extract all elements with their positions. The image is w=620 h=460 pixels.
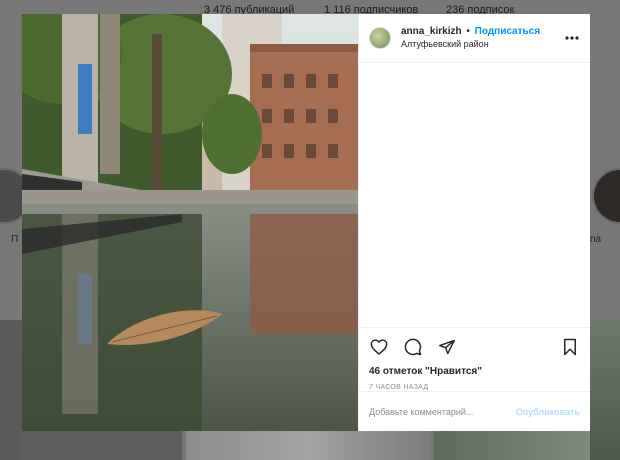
grid-tile bbox=[186, 431, 430, 460]
comment-input[interactable] bbox=[369, 406, 516, 417]
post-modal: anna_kirkizh • Подписаться Алтуфьевский … bbox=[22, 14, 590, 431]
post-timestamp: 7 ЧАСОВ НАЗАД bbox=[369, 384, 429, 391]
grid-tile bbox=[434, 431, 590, 460]
heart-icon[interactable] bbox=[369, 337, 389, 357]
publish-button[interactable]: Опубликовать bbox=[516, 407, 580, 417]
username-link[interactable]: anna_kirkizh bbox=[401, 26, 462, 37]
username-row: anna_kirkizh • Подписаться bbox=[401, 25, 564, 38]
grid-tile bbox=[590, 320, 620, 460]
post-sidebar: anna_kirkizh • Подписаться Алтуфьевский … bbox=[358, 14, 590, 431]
highlight-label-left: П bbox=[11, 234, 19, 245]
post-header-text: anna_kirkizh • Подписаться Алтуфьевский … bbox=[401, 25, 564, 51]
bookmark-icon[interactable] bbox=[560, 337, 580, 357]
highlight-label-right: na bbox=[590, 234, 602, 245]
comments-area bbox=[359, 63, 590, 325]
avatar[interactable] bbox=[369, 27, 391, 49]
share-icon[interactable] bbox=[437, 337, 457, 357]
grid-tile bbox=[0, 320, 22, 460]
comment-icon[interactable] bbox=[403, 337, 423, 357]
more-horizontal-icon[interactable] bbox=[564, 30, 580, 46]
location-link[interactable]: Алтуфьевский район bbox=[401, 38, 564, 51]
story-highlight-right bbox=[592, 168, 620, 224]
grid-tile bbox=[22, 431, 182, 460]
comment-bar: Опубликовать bbox=[359, 391, 590, 431]
likes-count[interactable]: 46 отметок "Нравится" bbox=[369, 366, 580, 377]
post-actions: 46 отметок "Нравится" 7 ЧАСОВ НАЗАД bbox=[359, 327, 590, 391]
action-icons-row bbox=[369, 336, 580, 358]
photo-reflection-image bbox=[22, 14, 358, 431]
post-header: anna_kirkizh • Подписаться Алтуфьевский … bbox=[359, 14, 590, 63]
post-photo[interactable] bbox=[22, 14, 358, 431]
separator-dot: • bbox=[466, 26, 470, 37]
follow-button[interactable]: Подписаться bbox=[475, 26, 540, 37]
